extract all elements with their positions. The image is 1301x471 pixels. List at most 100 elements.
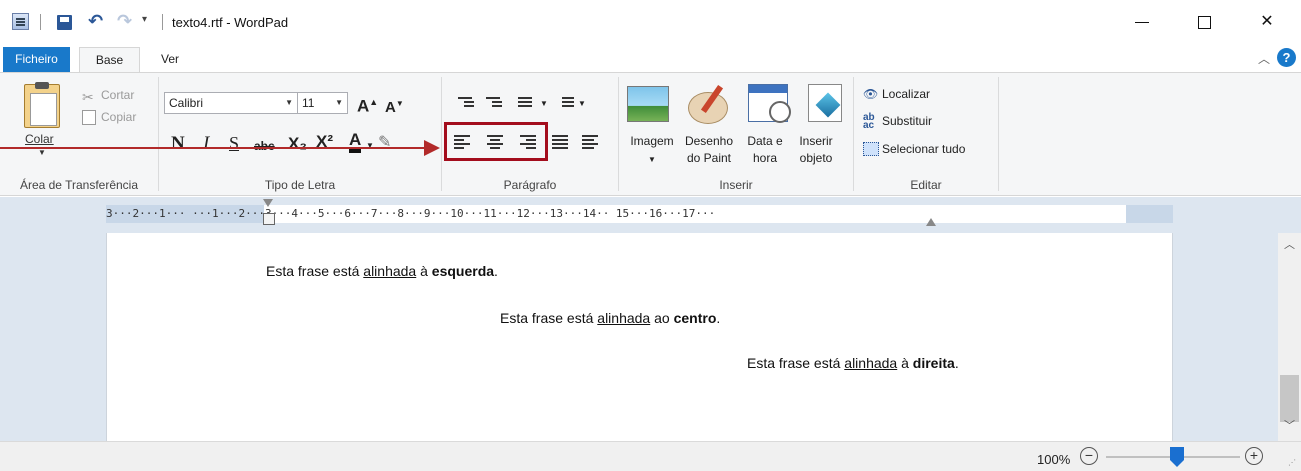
text-run: . [494,263,498,279]
line-spacing-icon[interactable] [554,93,578,115]
text-run: Esta frase está [266,263,364,279]
paragraph-left-aligned[interactable]: Esta frase está alinhada à esquerda. [266,263,498,279]
strikethrough-button[interactable]: abc [254,135,275,157]
maximize-button[interactable] [1192,10,1216,34]
increase-indent-icon[interactable] [482,93,506,115]
scroll-up-icon[interactable]: ︿ [1284,236,1295,252]
decrease-indent-icon[interactable] [454,93,478,115]
font-group-label: Tipo de Letra [264,178,336,192]
object-label-line1: Inserir [799,134,833,148]
paragraph-right-aligned[interactable]: Esta frase está alinhada à direita. [747,355,959,371]
paint-drawing-button[interactable]: Desenho do Paint [680,133,738,167]
right-indent-marker[interactable] [926,218,936,226]
paste-button-label[interactable]: Colar [25,132,54,146]
title-separator [40,14,41,30]
redo-icon[interactable]: ↷ [117,11,132,32]
paragraph-group-label: Parágrafo [503,178,557,192]
text-color-button[interactable]: A [349,131,362,153]
copy-button[interactable]: Copiar [101,110,136,124]
paste-dropdown-icon[interactable]: ▼ [38,148,46,157]
bold-text: esquerda [431,263,495,279]
insert-object-button[interactable]: Inserir objeto [793,133,839,167]
font-size-value: 11 [302,96,315,110]
highlight-pen-icon[interactable]: ✎ [378,132,391,154]
italic-button[interactable]: I [203,133,209,155]
select-all-icon [863,142,879,156]
calendar-clock-icon[interactable] [748,84,791,123]
tab-base[interactable]: Base [79,47,140,73]
minimize-button[interactable] [1130,10,1154,34]
chevron-down-icon[interactable]: ▼ [540,93,548,115]
collapse-ribbon-icon[interactable]: ︿ [1258,50,1270,67]
wordpad-app-icon[interactable] [12,13,29,30]
copy-icon[interactable] [82,110,96,125]
grow-font-icon[interactable]: A▲ [357,91,378,118]
cut-icon[interactable]: ✂ [82,89,94,105]
zoom-out-button[interactable]: − [1080,447,1098,465]
insert-group-label: Inserir [719,178,753,192]
chevron-down-icon[interactable]: ▼ [578,93,586,115]
text-run: à [897,355,913,371]
undo-icon[interactable]: ↶ [88,11,103,32]
text-run: . [954,355,959,371]
paragraph-center-aligned[interactable]: Esta frase está alinhada ao centro. [500,310,720,326]
underlined-text: alinhada [363,263,417,279]
paint-palette-icon[interactable] [684,84,732,124]
bullet-list-icon[interactable] [514,93,538,115]
replace-button[interactable]: ab ac Substituir [863,112,933,131]
annotation-arrow-head [424,140,440,156]
justify-icon[interactable] [548,131,572,153]
scrollbar-thumb[interactable] [1280,375,1299,422]
zoom-level: 100% [1037,452,1071,467]
bold-text: direita [912,355,955,371]
select-all-label: Selecionar tudo [882,142,966,156]
shrink-font-icon[interactable]: A▼ [385,93,404,119]
chevron-down-icon[interactable]: ▼ [366,135,374,157]
image-icon[interactable] [627,86,669,122]
underline-button[interactable]: S [229,132,239,154]
chevron-down-icon: ▼ [335,98,343,107]
save-icon[interactable] [57,15,72,30]
tab-ficheiro[interactable]: Ficheiro [3,47,70,72]
insert-image-button[interactable]: Imagem ▼ [624,133,680,168]
underlined-text: alinhada [597,310,651,326]
close-button[interactable]: ✕ [1255,10,1279,34]
replace-icon: ab ac [863,112,875,131]
find-label: Localizar [882,87,931,101]
subscript-button[interactable]: X₂ [288,133,307,155]
annotation-arrow-line [0,147,430,149]
datetime-label-line2: hora [752,151,778,165]
cut-button[interactable]: Cortar [101,88,134,102]
scroll-down-icon[interactable]: ﹀ [1284,417,1295,433]
select-all-button[interactable]: Selecionar tudo [863,142,965,156]
font-size-select[interactable]: 11 ▼ [297,92,348,114]
help-icon[interactable]: ? [1277,48,1296,67]
bold-button[interactable]: N [171,133,185,155]
left-indent-marker[interactable] [263,199,275,229]
chevron-down-icon: ▼ [285,98,293,107]
object-icon[interactable] [808,84,842,122]
clipboard-group: Colar ▼ ✂ Cortar Copiar Área de Transfer… [0,73,158,195]
superscript-button[interactable]: X² [316,131,333,153]
insert-image-label: Imagem [630,134,674,148]
resize-grip-icon[interactable]: ⋰ [1288,458,1296,467]
font-group: Calibri ▼ 11 ▼ A▲ A▼ N I S abc X₂ X² A ▼… [159,73,441,195]
clipboard-group-label: Área de Transferência [19,178,139,192]
window-title: texto4.rtf - WordPad [172,15,289,30]
font-family-select[interactable]: Calibri ▼ [164,92,298,114]
customize-quick-access-icon[interactable]: ▾ [142,14,147,25]
date-time-button[interactable]: Data e hora [743,133,787,167]
find-button[interactable]: 👁 Localizar [863,87,930,101]
tab-ver[interactable]: Ver [151,47,189,72]
chevron-down-icon: ▼ [648,155,656,164]
text-run: Esta frase está [500,310,598,326]
text-run: ao [650,310,674,326]
datetime-label-line1: Data e [747,134,783,148]
paste-icon[interactable] [24,82,60,128]
font-family-value: Calibri [169,96,204,110]
paragraph-settings-icon[interactable] [578,131,602,153]
edit-group-label: Editar [910,178,942,192]
zoom-in-button[interactable]: + [1245,447,1263,465]
paint-label-line2: do Paint [686,151,732,165]
replace-label: Substituir [882,114,933,128]
